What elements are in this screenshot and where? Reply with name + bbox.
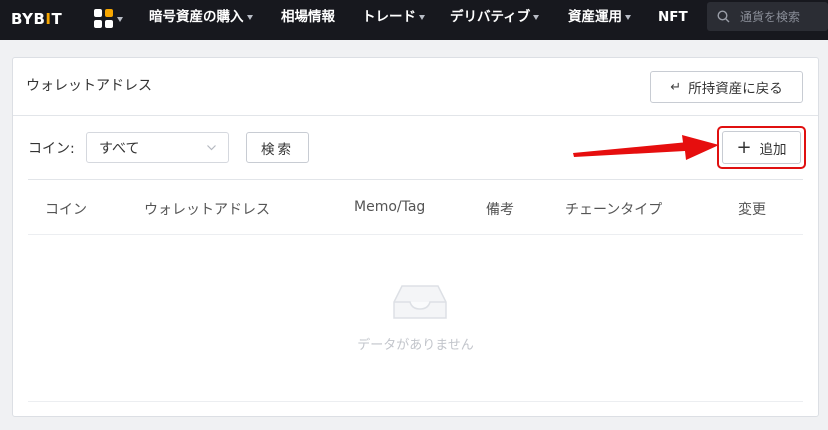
caret-down-icon [117,16,123,22]
column-header-coin: コイン [45,202,87,218]
caret-down-icon [246,14,253,20]
plus-icon: + [736,136,752,158]
empty-state-text: データがありません [357,338,474,353]
chevron-down-icon [207,145,216,151]
page-title: ウォレットアドレス [26,78,152,94]
nav-item-buy-crypto[interactable]: 暗号資産の購入 [149,0,253,40]
column-header-memo-tag: Memo/Tag [354,199,426,215]
caret-down-icon [625,14,631,20]
caret-down-icon [419,14,425,20]
nav-item-markets[interactable]: 相場情報 [281,0,335,40]
nav-item-nft[interactable]: NFT [658,0,688,40]
divider [28,179,803,180]
wallet-address-panel: ウォレットアドレス ↵ 所持資産に戻る コイン: すべて 検索 + 追加 コイン… [12,57,819,417]
nav-item-trade[interactable]: トレード [362,0,425,40]
apps-grid-icon [94,9,114,29]
divider [28,234,803,235]
coin-filter-label: コイン: [28,141,75,157]
column-header-change: 変更 [738,202,766,218]
top-nav: BYBIT 暗号資産の購入 相場情報 トレード デリバティブ 資産運用 NFT [0,0,828,40]
divider [28,401,803,402]
column-header-wallet-address: ウォレットアドレス [144,202,270,218]
column-header-chain-type: チェーンタイプ [565,202,663,218]
return-arrow-icon: ↵ [670,79,682,95]
search-button[interactable]: 検索 [246,132,309,163]
nav-item-derivatives[interactable]: デリバティブ [450,0,540,40]
nav-item-earn[interactable]: 資産運用 [568,0,631,40]
bybit-logo[interactable]: BYBIT [11,10,62,28]
empty-inbox-icon [393,285,447,319]
add-address-button[interactable]: + 追加 [722,131,801,164]
coin-filter-select[interactable]: すべて [86,132,229,163]
coin-search-box[interactable] [707,2,828,31]
column-header-note: 備考 [486,202,514,218]
back-to-assets-button[interactable]: ↵ 所持資産に戻る [650,71,803,103]
caret-down-icon [533,14,540,20]
annotation-arrow-icon [573,135,719,160]
apps-menu-button[interactable] [94,9,123,29]
coin-search-input[interactable] [740,9,820,24]
divider [13,115,818,116]
search-icon [717,10,730,23]
